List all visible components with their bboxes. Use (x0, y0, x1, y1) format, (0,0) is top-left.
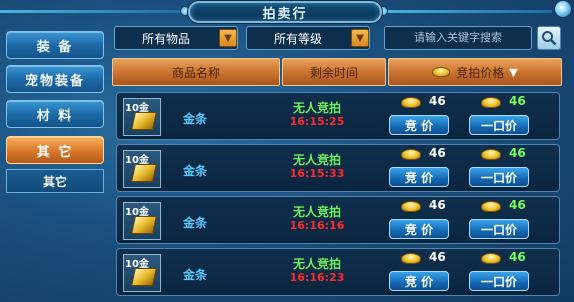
ingot-icon (432, 67, 451, 77)
header-label: 商品名称 (171, 65, 220, 80)
gold-bar-graphic (131, 112, 157, 130)
chevron-down-icon[interactable]: ▼ (351, 29, 369, 47)
bid-button[interactable]: 竞 价 (389, 219, 449, 239)
ingot-icon (481, 201, 501, 212)
buyout-price: 46 (509, 94, 526, 108)
category-dropdown[interactable]: 所有物品 ▼ (114, 26, 238, 50)
title-divider-left (0, 10, 188, 13)
buyout-price: 46 (509, 198, 526, 212)
buyout-price: 46 (509, 250, 526, 264)
gold-bar-graphic (131, 216, 157, 234)
sidebar-item-other[interactable]: 其 它 (6, 136, 104, 164)
gold-bar-graphic (131, 164, 157, 182)
close-icon[interactable] (554, 0, 572, 18)
bid-price: 46 (429, 94, 446, 108)
ingot-icon (481, 97, 501, 108)
category-dropdown-value: 所有物品 (141, 31, 190, 46)
remaining-time: 16:16:16 (289, 219, 345, 232)
level-dropdown[interactable]: 所有等级 ▼ (246, 26, 370, 50)
search-icon (542, 31, 557, 46)
header-label: 竞拍价格 (456, 65, 505, 80)
buyout-button[interactable]: 一口价 (469, 167, 529, 187)
remaining-time: 16:15:25 (289, 115, 345, 128)
sidebar-item-equipment[interactable]: 装 备 (6, 31, 104, 59)
bid-status: 无人竞拍 (292, 205, 341, 219)
gold-bar-icon[interactable]: 10金 (123, 98, 161, 136)
bid-price: 46 (429, 198, 446, 212)
buyout-button-label: 一口价 (480, 222, 517, 237)
ingot-icon (401, 253, 421, 264)
gold-bar-graphic (131, 268, 157, 286)
sidebar-subitem-other[interactable]: 其它 (6, 169, 104, 193)
bid-button[interactable]: 竞 价 (389, 271, 449, 291)
sidebar-item-label: 宠物装备 (24, 73, 85, 89)
sidebar-item-label: 装 备 (36, 39, 74, 55)
gold-bar-icon[interactable]: 10金 (123, 254, 161, 292)
buyout-button-label: 一口价 (480, 118, 517, 133)
table-row: 10金 金条 无人竞拍 16:15:25 46 46 竞 价 一口价 (116, 92, 560, 140)
search-input[interactable]: 请输入关键字搜索 (384, 26, 532, 50)
gold-bar-icon[interactable]: 10金 (123, 202, 161, 240)
bid-status: 无人竞拍 (292, 153, 341, 167)
bid-status: 无人竞拍 (292, 101, 341, 115)
header-label: 剩余时间 (309, 65, 358, 80)
sidebar-item-pet-equipment[interactable]: 宠物装备 (6, 65, 104, 93)
buyout-button-label: 一口价 (480, 274, 517, 289)
buyout-button[interactable]: 一口价 (469, 115, 529, 135)
window-title-bar: 拍卖行 (188, 1, 382, 23)
buyout-button[interactable]: 一口价 (469, 219, 529, 239)
ingot-icon (481, 149, 501, 160)
bid-button[interactable]: 竞 价 (389, 167, 449, 187)
table-row: 10金 金条 无人竞拍 16:16:23 46 46 竞 价 一口价 (116, 248, 560, 296)
title-divider-right (382, 10, 552, 13)
item-name: 金条 (183, 112, 208, 126)
ingot-icon (401, 97, 421, 108)
table-row: 10金 金条 无人竞拍 16:15:33 46 46 竞 价 一口价 (116, 144, 560, 192)
buyout-button[interactable]: 一口价 (469, 271, 529, 291)
table-header: 商品名称 剩余时间 竞拍价格 ▼ (112, 58, 564, 86)
bid-price: 46 (429, 146, 446, 160)
sidebar-item-label: 其 它 (36, 144, 74, 160)
buyout-price: 46 (509, 146, 526, 160)
search-button[interactable] (537, 26, 561, 50)
gold-bar-icon[interactable]: 10金 (123, 150, 161, 188)
sidebar-item-materials[interactable]: 材 料 (6, 100, 104, 128)
buyout-button-label: 一口价 (480, 170, 517, 185)
bid-price: 46 (429, 250, 446, 264)
header-item-name[interactable]: 商品名称 (112, 58, 280, 86)
level-dropdown-value: 所有等级 (273, 31, 322, 46)
ingot-icon (401, 149, 421, 160)
ingot-icon (401, 201, 421, 212)
item-name: 金条 (183, 216, 208, 230)
item-name: 金条 (183, 164, 208, 178)
chevron-down-icon[interactable]: ▼ (219, 29, 237, 47)
sidebar-item-label: 材 料 (36, 108, 74, 124)
sort-down-icon: ▼ (509, 65, 518, 79)
remaining-time: 16:16:23 (289, 271, 345, 284)
header-bid-price[interactable]: 竞拍价格 ▼ (388, 58, 562, 86)
bid-button-label: 竞 价 (404, 222, 434, 237)
bid-button-label: 竞 价 (404, 274, 434, 289)
bid-button[interactable]: 竞 价 (389, 115, 449, 135)
header-remaining-time[interactable]: 剩余时间 (282, 58, 386, 86)
bid-status: 无人竞拍 (292, 257, 341, 271)
table-row: 10金 金条 无人竞拍 16:16:16 46 46 竞 价 一口价 (116, 196, 560, 244)
item-name: 金条 (183, 268, 208, 282)
remaining-time: 16:15:33 (289, 167, 345, 180)
ingot-icon (481, 253, 501, 264)
bid-button-label: 竞 价 (404, 118, 434, 133)
sidebar-subitem-label: 其它 (42, 174, 67, 189)
bid-button-label: 竞 价 (404, 170, 434, 185)
window-title: 拍卖行 (262, 6, 308, 22)
